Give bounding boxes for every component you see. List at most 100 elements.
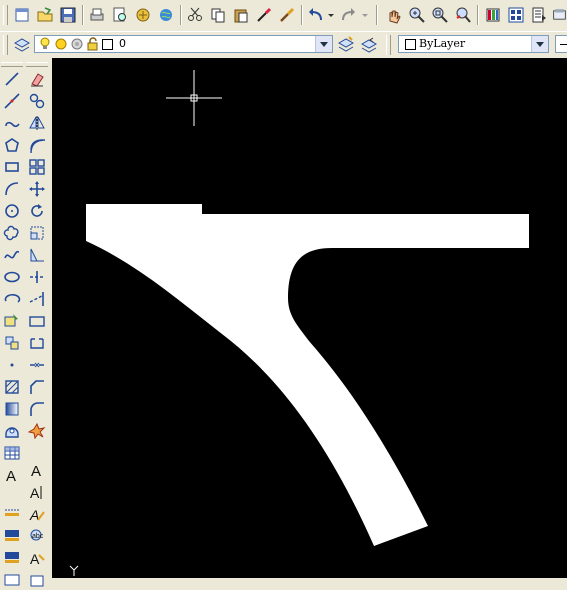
chevron-down-icon[interactable]	[531, 36, 548, 52]
tool-palettes-icon[interactable]	[529, 5, 549, 25]
table-icon[interactable]	[2, 443, 22, 463]
layers-toolbar: 0 ByLayer	[0, 31, 567, 57]
redo-dropdown-icon[interactable]	[360, 5, 370, 25]
redo-icon[interactable]	[338, 5, 358, 25]
chamfer-icon[interactable]	[27, 377, 47, 397]
modify-toolbar-grip[interactable]	[26, 62, 48, 67]
copy-icon[interactable]	[208, 5, 228, 25]
color-value: ByLayer	[419, 37, 466, 50]
polygon-icon[interactable]	[2, 135, 22, 155]
undo-dropdown-icon[interactable]	[326, 5, 336, 25]
line-icon[interactable]	[2, 69, 22, 89]
rectangle-icon[interactable]	[2, 157, 22, 177]
standard-toolbar	[0, 0, 567, 32]
ellipse-icon[interactable]	[2, 267, 22, 287]
ellipse-arc-icon[interactable]	[2, 289, 22, 309]
join-icon[interactable]	[27, 355, 47, 375]
spline-icon[interactable]	[2, 245, 22, 265]
layer-color-swatch	[102, 39, 113, 50]
new-file-icon[interactable]	[12, 5, 32, 25]
break-at-point-icon[interactable]	[27, 311, 47, 331]
offset-icon[interactable]	[27, 135, 47, 155]
cut-icon[interactable]	[185, 5, 205, 25]
array-icon[interactable]	[27, 157, 47, 177]
save-icon[interactable]	[58, 5, 78, 25]
single-line-text-icon[interactable]: A	[27, 482, 47, 502]
region-icon[interactable]	[2, 421, 22, 441]
crosshair-cursor	[166, 70, 222, 126]
break-icon[interactable]	[27, 333, 47, 353]
svg-text:A: A	[29, 507, 39, 523]
stretch-icon[interactable]	[27, 245, 47, 265]
aligned-dimension-icon[interactable]	[2, 525, 22, 545]
print-icon[interactable]	[87, 5, 107, 25]
color-swatch	[405, 39, 416, 50]
properties-icon[interactable]	[483, 5, 503, 25]
ucs-icon	[69, 565, 79, 576]
point-icon[interactable]	[2, 355, 22, 375]
toolbar-grip[interactable]	[3, 5, 8, 25]
linear-dimension-icon[interactable]	[2, 503, 22, 523]
hatch-icon[interactable]	[2, 377, 22, 397]
paintbrush-icon[interactable]	[277, 5, 297, 25]
gradient-icon[interactable]	[2, 399, 22, 419]
sheet-set-icon[interactable]	[552, 5, 567, 25]
scale-text-icon[interactable]	[27, 570, 47, 590]
draw-toolbar-grip[interactable]	[1, 62, 23, 67]
design-center-icon[interactable]	[506, 5, 526, 25]
spell-check-icon[interactable]: abc	[27, 526, 47, 546]
make-block-icon[interactable]	[2, 333, 22, 353]
left-toolbars: A A A A abc A	[0, 58, 50, 587]
linetype-combo[interactable]	[555, 35, 567, 53]
revision-cloud-icon[interactable]	[2, 223, 22, 243]
zoom-window-icon[interactable]	[430, 5, 450, 25]
toolbar-grip[interactable]	[386, 35, 391, 55]
layer-properties-icon[interactable]	[12, 35, 32, 55]
explode-icon[interactable]	[27, 421, 47, 441]
circle-icon[interactable]	[2, 201, 22, 221]
find-text-icon[interactable]: A	[27, 548, 47, 568]
layer-combo[interactable]: 0	[34, 35, 333, 53]
rotate-icon[interactable]	[27, 201, 47, 221]
dimension-update-icon[interactable]	[2, 569, 22, 589]
multiline-text-icon[interactable]: A	[2, 465, 22, 485]
publish-icon[interactable]	[133, 5, 153, 25]
toolbar-grip[interactable]	[3, 35, 8, 55]
mirror-icon[interactable]	[27, 113, 47, 133]
fillet-icon[interactable]	[27, 399, 47, 419]
svg-text:A: A	[6, 468, 16, 484]
polyline-icon[interactable]	[2, 113, 22, 133]
copy-object-icon[interactable]	[27, 91, 47, 111]
layer-previous-icon[interactable]	[359, 35, 379, 55]
insert-block-icon[interactable]	[2, 311, 22, 331]
svg-text:A: A	[30, 485, 40, 501]
scale-icon[interactable]	[27, 223, 47, 243]
extend-icon[interactable]	[27, 289, 47, 309]
freeze-viewport-icon	[70, 37, 84, 54]
construction-line-icon[interactable]	[2, 91, 22, 111]
zoom-realtime-icon[interactable]	[407, 5, 427, 25]
paste-icon[interactable]	[231, 5, 251, 25]
plot-icon[interactable]	[156, 5, 176, 25]
dimension-style-icon[interactable]	[2, 547, 22, 567]
color-combo[interactable]: ByLayer	[398, 35, 549, 53]
move-icon[interactable]	[27, 179, 47, 199]
layer-name: 0	[119, 37, 126, 50]
erase-icon[interactable]	[27, 69, 47, 89]
print-preview-icon[interactable]	[110, 5, 130, 25]
open-file-icon[interactable]	[35, 5, 55, 25]
drawing-canvas[interactable]: Y	[52, 58, 567, 578]
pan-icon[interactable]	[384, 5, 404, 25]
svg-text:A: A	[31, 463, 41, 479]
zoom-previous-icon[interactable]	[453, 5, 473, 25]
trim-icon[interactable]	[27, 267, 47, 287]
edit-text-icon[interactable]: A	[27, 504, 47, 524]
make-object-layer-current-icon[interactable]	[336, 35, 356, 55]
chevron-down-icon[interactable]	[315, 36, 332, 52]
drawing-svg	[69, 70, 529, 576]
undo-icon[interactable]	[306, 5, 326, 25]
arc-icon[interactable]	[2, 179, 22, 199]
lightbulb-icon	[38, 37, 52, 54]
text-icon[interactable]: A	[27, 460, 47, 480]
match-properties-icon[interactable]	[254, 5, 274, 25]
